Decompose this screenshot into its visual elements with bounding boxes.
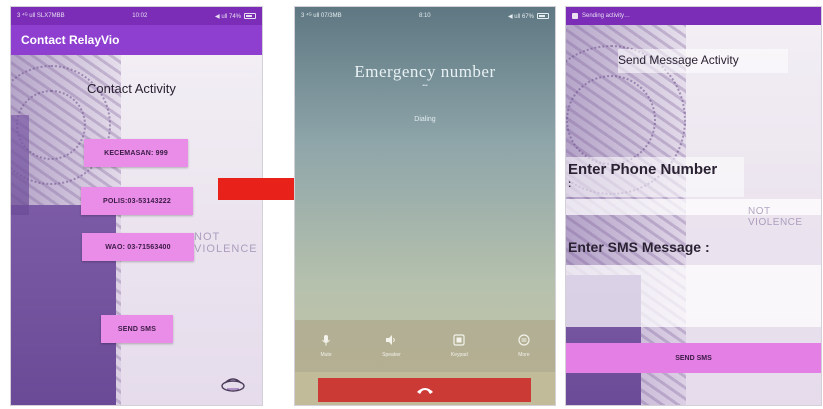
call-title: Emergency number: [354, 62, 496, 81]
keypad-control[interactable]: Keypad: [451, 334, 468, 358]
status-text: Sending activity…: [582, 13, 631, 19]
speaker-control[interactable]: Speaker: [382, 334, 401, 358]
more-label: More: [518, 352, 530, 358]
mic-icon: [322, 335, 330, 346]
app-bar: Contact RelayVio: [11, 25, 262, 55]
more-control[interactable]: More: [518, 334, 530, 358]
status-bar: 3 ⁴ᴳ ull SLX7MBB 10:02 ◀ ull 74%: [11, 7, 262, 25]
hang-up-icon: [416, 388, 433, 394]
mute-control[interactable]: Mute: [320, 334, 332, 358]
speaker-icon: [386, 335, 396, 345]
more-icon: [518, 334, 530, 346]
watermark-text: NOT VIOLENCE: [194, 231, 258, 255]
call-status: Dialing: [414, 116, 436, 123]
end-call-button[interactable]: [318, 378, 531, 402]
status-carrier: 3 ⁴ᴳ ull SLX7MBB: [17, 13, 65, 19]
wao-call-button[interactable]: WAO: 03-71563400: [82, 233, 194, 261]
composite-figure: 3 ⁴ᴳ ull SLX7MBB 10:02 ◀ ull 74% Contact…: [0, 0, 823, 409]
send-sms-button[interactable]: SEND SMS: [101, 315, 173, 343]
dialer-screen: 3 ⁴ᴳ ull 07/3MB 8:10 ◀ ull 67% Emergency…: [294, 6, 556, 406]
emergency-call-button[interactable]: KECEMASAN: 999: [84, 139, 188, 167]
keypad-icon: [453, 334, 465, 346]
status-carrier: 3 ⁴ᴳ ull 07/3MB: [301, 13, 342, 19]
phone-number-label: Enter Phone Number: [568, 161, 718, 178]
sms-message-label: Enter SMS Message :: [568, 239, 710, 255]
status-time: 10:02: [132, 13, 148, 19]
send-sms-button[interactable]: SEND SMS: [566, 343, 821, 373]
speaker-label: Speaker: [382, 352, 401, 358]
app-logo-icon: [221, 378, 245, 392]
battery-icon: [536, 13, 549, 19]
status-signal: ◀ ull 74%: [215, 13, 241, 20]
status-time: 8:10: [418, 13, 431, 19]
status-bar: Sending activity…: [566, 7, 821, 25]
lace-ornament: [566, 75, 656, 165]
watermark-text: NOT VIOLENCE: [748, 206, 803, 228]
send-message-screen: Sending activity… Send Message Activity …: [565, 6, 822, 406]
activity-title: Contact Activity: [87, 81, 176, 96]
call-controls: Mute Speaker Keypad More: [295, 320, 555, 372]
battery-icon: [244, 13, 256, 19]
status-right: ◀ ull 67%: [508, 13, 549, 20]
activity-title: Send Message Activity: [618, 53, 739, 67]
police-call-button[interactable]: POLIS:03-53143222: [81, 187, 193, 215]
status-signal: ◀ ull 67%: [508, 13, 534, 20]
app-title: Contact RelayVio: [21, 33, 120, 47]
status-bar: 3 ⁴ᴳ ull 07/3MB 8:10 ◀ ull 67%: [295, 7, 555, 25]
status-right: ◀ ull 74%: [215, 13, 256, 20]
keypad-label: Keypad: [450, 352, 468, 358]
phone-number-colon: :: [568, 179, 572, 190]
sms-message-input[interactable]: [566, 265, 821, 327]
mute-label: Mute: [320, 352, 332, 358]
background-image: [11, 55, 262, 405]
purple-cover: [11, 115, 29, 215]
notification-icon: [572, 13, 578, 19]
call-number: •••: [422, 83, 428, 89]
